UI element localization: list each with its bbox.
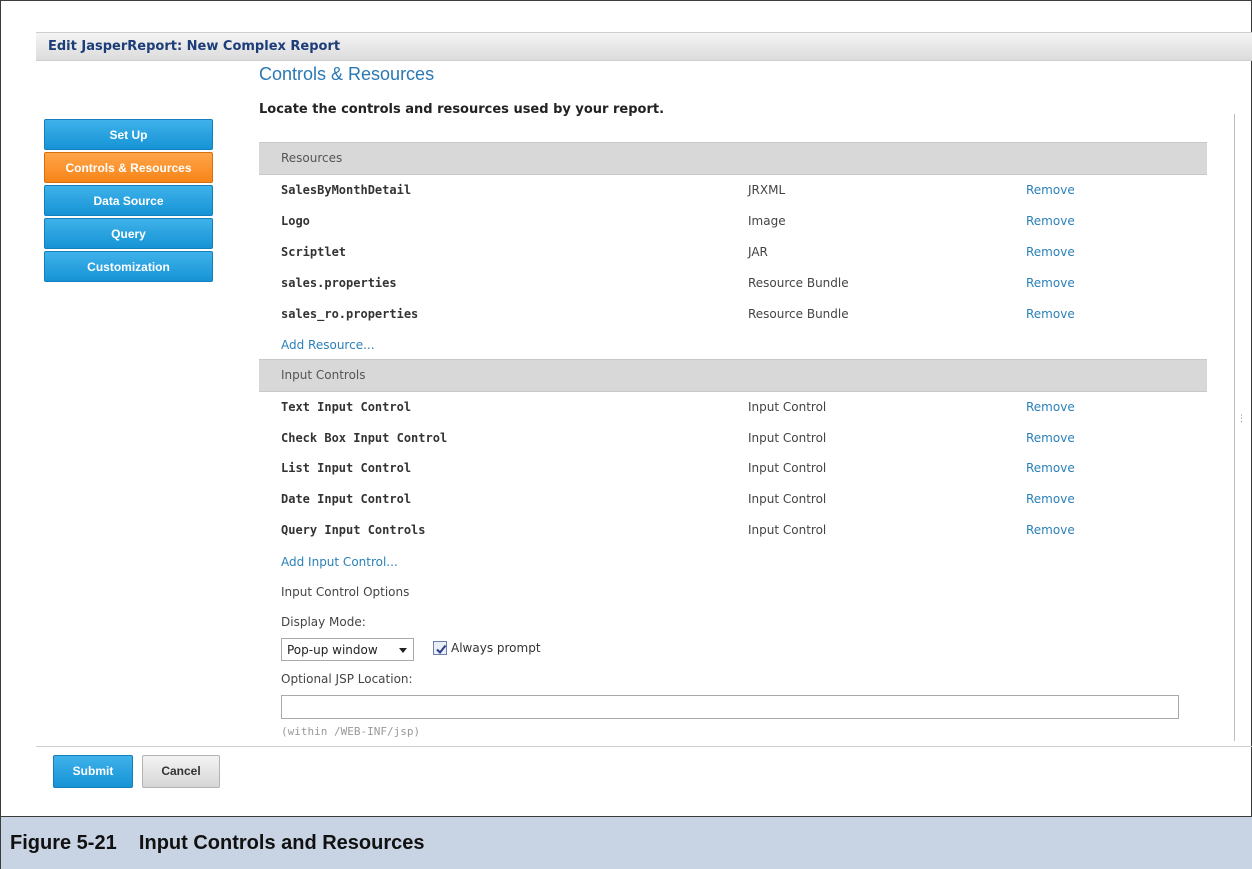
figure-caption-bar: Figure 5-21 Input Controls and Resources — [1, 816, 1252, 869]
page-subtitle: Locate the controls and resources used b… — [259, 102, 665, 117]
nav-item-customization[interactable]: Customization — [44, 251, 213, 282]
display-mode-label: Display Mode: — [281, 615, 366, 629]
remove-resource-link[interactable]: Remove — [1026, 276, 1075, 290]
input-control-name: Text Input Control — [281, 400, 412, 414]
cancel-button[interactable]: Cancel — [142, 755, 220, 788]
figure-frame: Edit JasperReport: New Complex Report ⋮ … — [0, 0, 1252, 869]
scrollbar-grip-icon[interactable]: ⋮ — [1237, 414, 1246, 424]
resource-row: SalesByMonthDetail JRXML Remove — [259, 175, 1207, 206]
input-control-type: Input Control — [748, 523, 827, 537]
chevron-down-icon — [399, 648, 407, 653]
add-input-control-link[interactable]: Add Input Control... — [281, 555, 398, 569]
input-control-type: Input Control — [748, 431, 827, 445]
remove-resource-link[interactable]: Remove — [1026, 183, 1075, 197]
checkmark-icon — [436, 644, 447, 655]
resource-name: Scriptlet — [281, 245, 347, 259]
remove-input-control-link[interactable]: Remove — [1026, 492, 1075, 506]
wizard-nav: Set Up Controls & Resources Data Source … — [44, 119, 213, 284]
figure-caption: Figure 5-21 Input Controls and Resources — [10, 832, 425, 854]
nav-item-set-up[interactable]: Set Up — [44, 119, 213, 150]
page-title: Controls & Resources — [259, 64, 435, 84]
resource-row: Scriptlet JAR Remove — [259, 237, 1207, 268]
input-control-type: Input Control — [748, 492, 827, 506]
jsp-location-hint: (within /WEB-INF/jsp) — [281, 725, 421, 738]
scrollbar-edge[interactable] — [1234, 114, 1235, 741]
resource-name: sales_ro.properties — [281, 307, 419, 321]
jsp-location-label: Optional JSP Location: — [281, 672, 413, 686]
resources-section-label: Resources — [281, 151, 343, 165]
resource-row: sales.properties Resource Bundle Remove — [259, 268, 1207, 299]
submit-button[interactable]: Submit — [53, 755, 133, 788]
nav-item-controls-resources[interactable]: Controls & Resources — [44, 152, 213, 183]
add-resource-link[interactable]: Add Resource... — [281, 338, 375, 352]
input-control-name: List Input Control — [281, 461, 412, 475]
input-control-name: Date Input Control — [281, 492, 412, 506]
window-titlebar: Edit JasperReport: New Complex Report — [36, 32, 1252, 61]
input-control-name: Query Input Controls — [281, 523, 426, 537]
input-control-row: Date Input Control Input Control Remove — [259, 484, 1207, 515]
input-control-type: Input Control — [748, 461, 827, 475]
resources-section-header: Resources — [259, 142, 1207, 175]
always-prompt-label: Always prompt — [451, 641, 541, 655]
remove-resource-link[interactable]: Remove — [1026, 307, 1075, 321]
input-control-options-title: Input Control Options — [281, 585, 410, 599]
jsp-location-input[interactable] — [281, 695, 1179, 719]
nav-item-query[interactable]: Query — [44, 218, 213, 249]
resource-type: JAR — [748, 245, 768, 259]
resource-type: Resource Bundle — [748, 276, 849, 290]
display-mode-value: Pop-up window — [287, 643, 378, 657]
resource-name: Logo — [281, 214, 310, 228]
resource-row: sales_ro.properties Resource Bundle Remo… — [259, 299, 1207, 330]
remove-input-control-link[interactable]: Remove — [1026, 431, 1075, 445]
remove-input-control-link[interactable]: Remove — [1026, 461, 1075, 475]
resource-name: SalesByMonthDetail — [281, 183, 412, 197]
resource-type: JRXML — [748, 183, 786, 197]
footer-divider — [36, 746, 1252, 747]
remove-input-control-link[interactable]: Remove — [1026, 400, 1075, 414]
remove-resource-link[interactable]: Remove — [1026, 214, 1075, 228]
resource-type: Resource Bundle — [748, 307, 849, 321]
input-control-type: Input Control — [748, 400, 827, 414]
remove-resource-link[interactable]: Remove — [1026, 245, 1075, 259]
input-control-row: Query Input Controls Input Control Remov… — [259, 515, 1207, 546]
input-control-name: Check Box Input Control — [281, 431, 448, 445]
resource-row: Logo Image Remove — [259, 206, 1207, 237]
input-control-row: Check Box Input Control Input Control Re… — [259, 423, 1207, 454]
input-controls-section-label: Input Controls — [281, 368, 366, 382]
remove-input-control-link[interactable]: Remove — [1026, 523, 1075, 537]
input-controls-section-header: Input Controls — [259, 359, 1207, 392]
input-control-row: List Input Control Input Control Remove — [259, 453, 1207, 484]
resource-type: Image — [748, 214, 786, 228]
window-title: Edit JasperReport: New Complex Report — [48, 39, 341, 54]
display-mode-select[interactable]: Pop-up window — [281, 638, 414, 661]
always-prompt-checkbox[interactable] — [433, 641, 447, 655]
input-control-row: Text Input Control Input Control Remove — [259, 392, 1207, 423]
nav-item-data-source[interactable]: Data Source — [44, 185, 213, 216]
resource-name: sales.properties — [281, 276, 397, 290]
